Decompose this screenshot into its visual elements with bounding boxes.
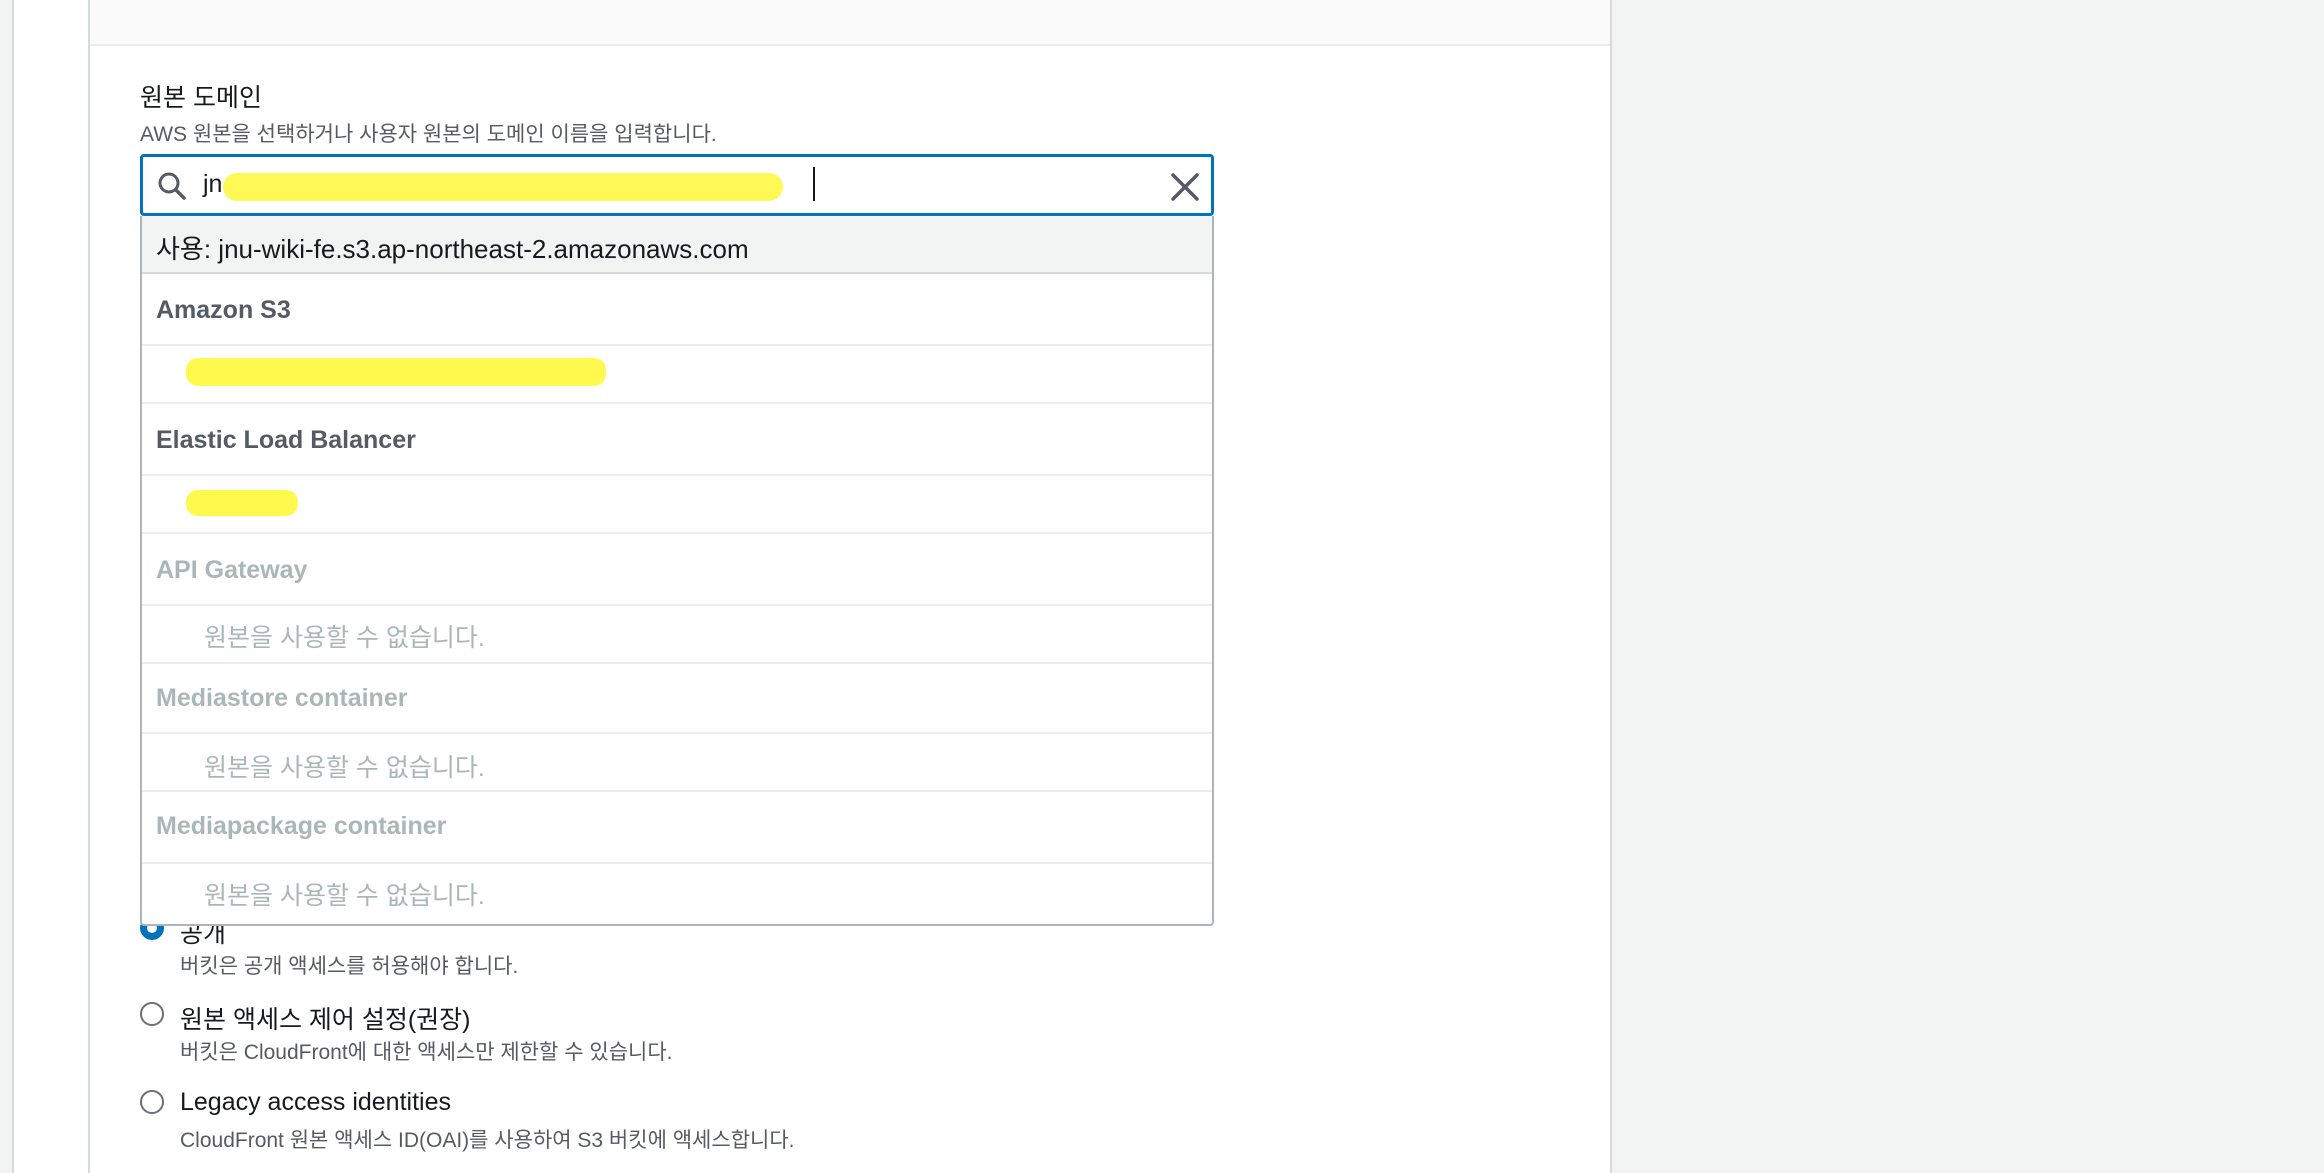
mediastore-empty-item: 원본을 사용할 수 없습니다.: [142, 734, 1212, 790]
use-entered-domain-label: 사용: jnu-wiki-fe.s3.ap-northeast-2.amazon…: [156, 234, 749, 264]
clear-icon[interactable]: [1169, 171, 1201, 203]
divider: [142, 402, 1212, 404]
access-option-legacy[interactable]: Legacy access identities CloudFront 원본 액…: [140, 1088, 1040, 1158]
origin-domain-input[interactable]: jn: [140, 154, 1214, 216]
divider: [142, 790, 1212, 792]
text-caret: [813, 167, 815, 201]
search-icon: [158, 172, 186, 200]
origin-domain-dropdown: 사용: jnu-wiki-fe.s3.ap-northeast-2.amazon…: [140, 216, 1214, 926]
access-option-oac-label: 원본 액세스 제어 설정(권장): [180, 1006, 471, 1034]
mediapackage-empty-text: 원본을 사용할 수 없습니다.: [204, 882, 485, 910]
access-option-legacy-description: CloudFront 원본 액세스 ID(OAI)를 사용하여 S3 버킷에 액…: [180, 1129, 795, 1152]
access-option-legacy-label: Legacy access identities: [180, 1088, 451, 1116]
radio-legacy[interactable]: [140, 1090, 164, 1114]
use-entered-domain-option[interactable]: 사용: jnu-wiki-fe.s3.ap-northeast-2.amazon…: [142, 216, 1212, 274]
group-label-api-gateway: API Gateway: [156, 556, 308, 584]
access-option-public-description: 버킷은 공개 액세스를 허용해야 합니다.: [180, 955, 519, 978]
divider: [142, 532, 1212, 534]
api-gateway-empty-text: 원본을 사용할 수 없습니다.: [204, 624, 485, 652]
s3-bucket-option[interactable]: [142, 346, 1212, 402]
origin-domain-label: 원본 도메인: [140, 84, 262, 112]
group-label-mediastore: Mediastore container: [156, 684, 408, 712]
redacted-elb-name: [186, 490, 298, 516]
radio-oac[interactable]: [140, 1002, 164, 1026]
card-header: [90, 0, 1610, 46]
redacted-bucket-name: [186, 358, 606, 386]
group-label-amazon-s3: Amazon S3: [156, 296, 291, 324]
access-option-oac-description: 버킷은 CloudFront에 대한 액세스만 제한할 수 있습니다.: [180, 1041, 673, 1064]
origin-domain-input-value[interactable]: jn: [203, 170, 222, 199]
page-panel: 원본 도메인 AWS 원본을 선택하거나 사용자 원본의 도메인 이름을 입력합…: [12, 0, 1612, 1173]
origin-domain-description: AWS 원본을 선택하거나 사용자 원본의 도메인 이름을 입력합니다.: [140, 123, 717, 146]
mediapackage-empty-item: 원본을 사용할 수 없습니다.: [142, 862, 1212, 918]
access-option-oac[interactable]: 원본 액세스 제어 설정(권장) 버킷은 CloudFront에 대한 액세스만…: [140, 1000, 940, 1070]
group-label-elb: Elastic Load Balancer: [156, 426, 416, 454]
api-gateway-empty-item: 원본을 사용할 수 없습니다.: [142, 604, 1212, 660]
redacted-input-text: [223, 173, 783, 201]
elb-option[interactable]: [142, 476, 1212, 532]
origin-settings-card: 원본 도메인 AWS 원본을 선택하거나 사용자 원본의 도메인 이름을 입력합…: [88, 0, 1612, 1173]
group-label-mediapackage: Mediapackage container: [156, 812, 447, 840]
mediastore-empty-text: 원본을 사용할 수 없습니다.: [204, 754, 485, 782]
divider: [142, 662, 1212, 664]
